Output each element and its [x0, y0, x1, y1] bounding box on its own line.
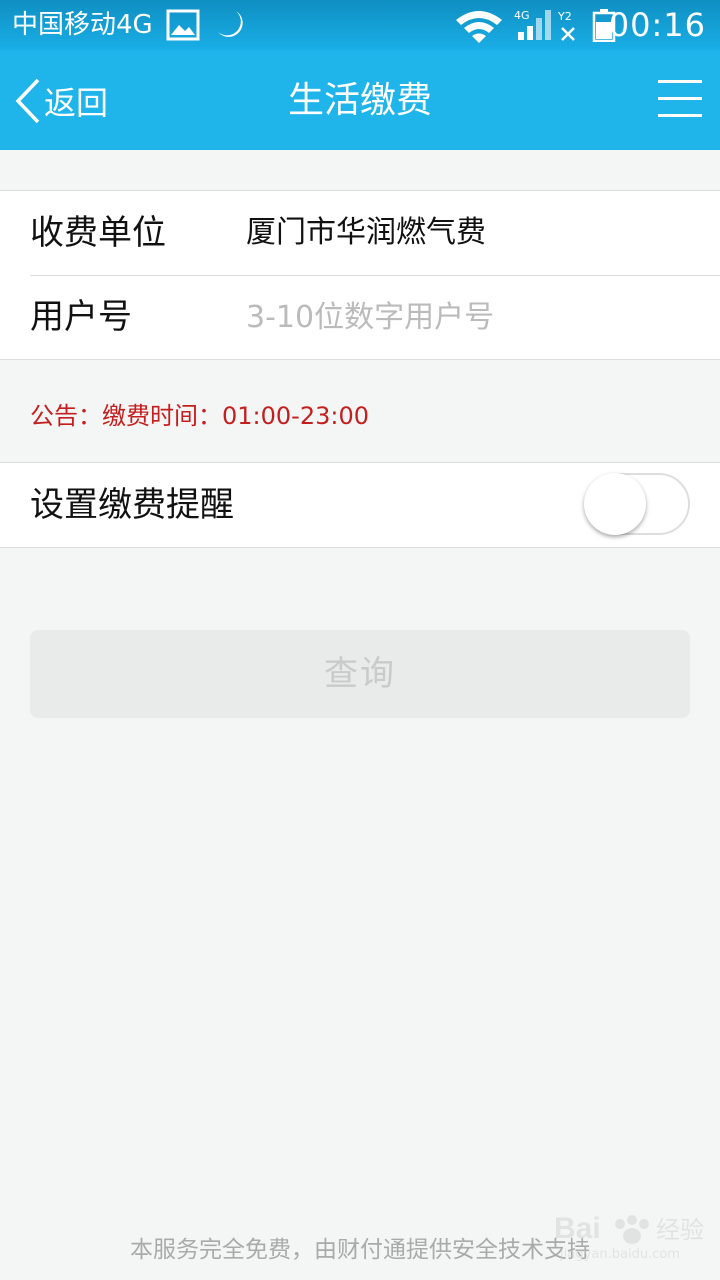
payee-label: 收费单位 — [30, 213, 166, 253]
reminder-toggle[interactable] — [584, 473, 690, 535]
svg-text:Y2: Y2 — [557, 10, 572, 23]
toggle-knob — [584, 473, 646, 535]
image-icon — [166, 9, 200, 41]
no-sim-icon: Y2 — [557, 10, 575, 41]
payment-form: 收费单位 厦门市华润燃气费 用户号 — [0, 190, 720, 360]
query-button[interactable]: 查询 — [30, 630, 690, 718]
status-bar: 中国移动4G 4G Y2 00:16 — [0, 0, 720, 50]
payee-value: 厦门市华润燃气费 — [246, 215, 486, 250]
svg-text:经验: 经验 — [656, 1216, 704, 1244]
payee-row[interactable]: 收费单位 厦门市华润燃气费 — [0, 191, 720, 275]
account-row: 用户号 — [0, 275, 720, 359]
navigation-bar: 返回 生活缴费 — [0, 50, 720, 150]
reminder-label: 设置缴费提醒 — [30, 485, 234, 525]
notice-text: 公告：缴费时间：01:00-23:00 — [30, 402, 369, 430]
svg-text:jingyan.baidu.com: jingyan.baidu.com — [559, 1247, 680, 1262]
reminder-section: 设置缴费提醒 — [0, 462, 720, 548]
wifi-icon — [456, 11, 502, 43]
signal-4g-icon: 4G — [514, 9, 551, 40]
svg-text:Bai: Bai — [554, 1212, 601, 1245]
status-time: 00:16 — [608, 6, 706, 44]
carrier-name: 中国移动4G — [12, 10, 153, 40]
baidu-watermark: Bai 经验 jingyan.baidu.com — [552, 1200, 712, 1264]
reminder-row: 设置缴费提醒 — [0, 463, 720, 547]
svg-text:4G: 4G — [514, 9, 530, 22]
account-input[interactable] — [246, 293, 686, 341]
moon-icon — [218, 11, 243, 37]
menu-icon[interactable] — [658, 80, 702, 120]
page-title: 生活缴费 — [287, 80, 432, 121]
account-label: 用户号 — [30, 297, 132, 337]
